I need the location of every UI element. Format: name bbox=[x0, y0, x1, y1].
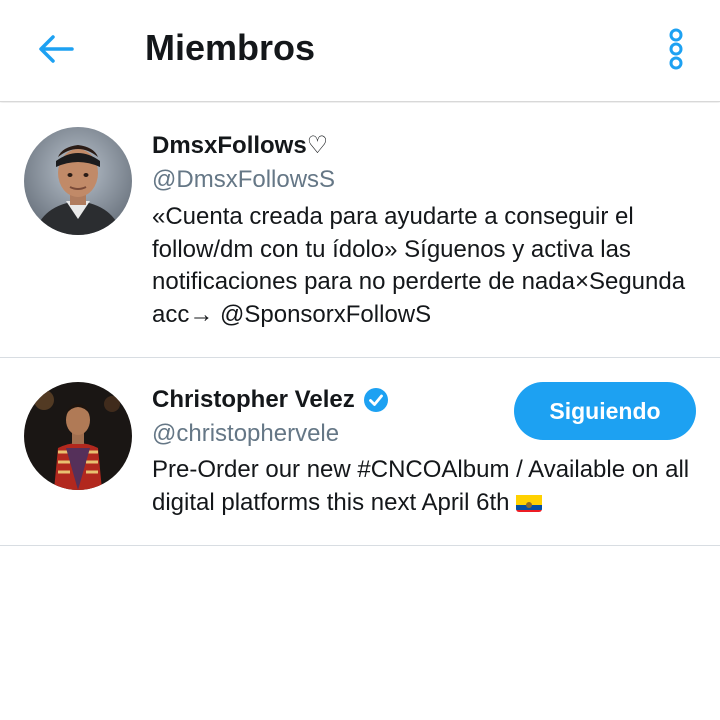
following-button[interactable]: Siguiendo bbox=[514, 382, 696, 440]
member-name-row: Christopher Velez bbox=[152, 385, 389, 415]
member-name: DmsxFollows♡ bbox=[152, 132, 329, 159]
verified-badge-icon bbox=[363, 388, 388, 412]
member-bio: «Cuenta creada para ayudarte a conseguir… bbox=[152, 203, 686, 328]
member-handle: @christophervele bbox=[152, 420, 340, 447]
member-bio-container: Pre-Order our new #CNCOAlbum / Available… bbox=[152, 454, 707, 519]
more-options-button[interactable] bbox=[656, 24, 696, 74]
vertical-ellipsis-icon bbox=[669, 28, 683, 70]
app-bar: Miembros bbox=[0, 0, 720, 102]
member-name: Christopher Velez bbox=[152, 386, 355, 413]
avatar[interactable] bbox=[24, 127, 132, 235]
ecuador-flag-icon bbox=[515, 492, 542, 512]
back-button[interactable] bbox=[28, 24, 84, 74]
member-handle: @DmsxFollowsS bbox=[152, 166, 336, 193]
avatar[interactable] bbox=[24, 382, 132, 490]
page-title: Miembros bbox=[145, 27, 316, 68]
member-bio: Pre-Order our new #CNCOAlbum / Available… bbox=[152, 456, 690, 516]
arrow-left-icon bbox=[39, 35, 74, 63]
member-list-item[interactable]: DmsxFollows♡ @DmsxFollowsS «Cuenta cread… bbox=[0, 103, 720, 358]
member-list-item[interactable]: Christopher Velez @christophervele Pre-O… bbox=[0, 358, 720, 546]
